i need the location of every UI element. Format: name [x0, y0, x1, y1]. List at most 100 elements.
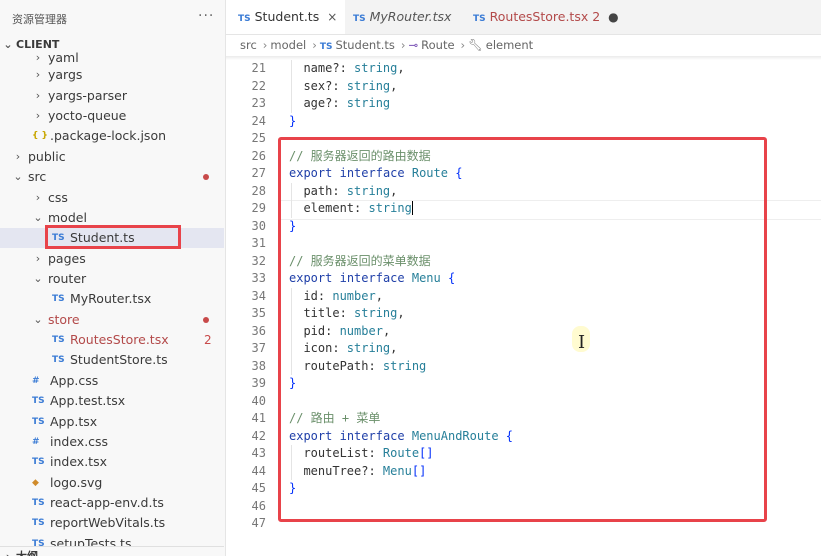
file-item[interactable]: TS App.tsx	[0, 412, 224, 432]
line-number: 46	[251, 498, 266, 513]
line-number: 40	[251, 393, 266, 408]
more-actions-icon[interactable]: ···	[198, 8, 214, 24]
tree-item-label: RoutesStore.tsx	[70, 332, 169, 347]
ts-file-icon: TS	[32, 518, 45, 528]
line-number: 24	[251, 113, 266, 128]
line-number: 38	[251, 358, 266, 373]
chevron-down-icon: ⌄	[33, 313, 43, 326]
folder-item[interactable]: ⌄ src	[0, 167, 224, 187]
breadcrumb-model[interactable]: model	[270, 38, 306, 52]
outline-label: 大纲	[16, 547, 38, 556]
line-number: 32	[251, 253, 266, 268]
line-number: 39	[251, 376, 266, 390]
breadcrumb-src[interactable]: src	[240, 38, 257, 52]
folder-item[interactable]: ⌄ store	[0, 310, 224, 330]
modified-dot-icon	[203, 317, 209, 323]
folder-item[interactable]: › yocto-queue	[0, 106, 224, 126]
line-number: 34	[251, 288, 266, 303]
unsaved-dot-icon: ●	[608, 10, 619, 24]
ts-file-icon: TS	[319, 42, 333, 52]
ts-file-icon: TS	[32, 457, 45, 467]
folder-item[interactable]: › public	[0, 147, 224, 167]
ts-file-icon: TS	[32, 498, 45, 508]
breadcrumb-property[interactable]: element	[486, 38, 533, 52]
line-number: 22	[251, 78, 266, 93]
explorer-header: 资源管理器 ···	[0, 0, 225, 34]
tree-item-label: index.tsx	[50, 454, 107, 469]
chevron-right-icon: ›	[3, 547, 13, 556]
ts-file-icon: TS	[52, 335, 65, 345]
folder-item[interactable]: › pages	[0, 249, 224, 269]
tree-item-label: store	[48, 312, 80, 327]
file-item[interactable]: TS index.tsx	[0, 452, 224, 472]
svg-file-icon: ◆	[32, 478, 39, 488]
css-file-icon: #	[32, 437, 40, 447]
file-item[interactable]: # index.css	[0, 432, 224, 452]
folder-item[interactable]: › yargs	[0, 65, 224, 85]
line-number: 47	[251, 516, 266, 530]
line-number: 26	[251, 148, 266, 163]
line-number: 44	[251, 463, 266, 478]
tree-item-label: reportWebVitals.ts	[50, 515, 166, 530]
file-item[interactable]: # App.css	[0, 371, 224, 391]
chevron-down-icon: ⌄	[33, 272, 43, 285]
tab-routesstore[interactable]: TS RoutesStore.tsx 2 ●	[465, 0, 619, 34]
line-number: 41	[251, 411, 266, 425]
code-line[interactable]: age?: string	[289, 95, 390, 113]
tab-myrouter[interactable]: TS MyRouter.tsx	[345, 0, 465, 34]
line-number: 29	[251, 201, 266, 215]
line-number: 43	[251, 446, 266, 460]
file-item[interactable]: TS StudentStore.ts	[0, 350, 224, 370]
tree-item-label: StudentStore.ts	[70, 352, 168, 367]
tree-item-label: css	[48, 190, 68, 205]
close-icon[interactable]: ×	[327, 10, 337, 24]
code-line[interactable]: name?: string,	[289, 60, 404, 78]
file-item[interactable]: ◆ logo.svg	[0, 473, 224, 493]
tree-item-label: App.css	[50, 373, 99, 388]
line-number: 31	[251, 236, 266, 250]
ts-file-icon: TS	[353, 14, 366, 24]
tree-item-label: pages	[48, 251, 86, 266]
tree-item-label: yocto-queue	[48, 108, 127, 123]
editor-tabs: TS Student.ts × TS MyRouter.tsx TS RoutesSto…	[226, 0, 821, 35]
file-item[interactable]: TS MyRouter.tsx	[0, 289, 224, 309]
code-line[interactable]: sex?: string,	[289, 78, 397, 96]
tree-item-label: src	[28, 169, 47, 184]
tab-student-ts[interactable]: TS Student.ts ×	[226, 0, 345, 34]
tree-item-label: index.css	[50, 434, 109, 449]
ts-file-icon: TS	[32, 396, 45, 406]
tab-label: RoutesStore.tsx 2	[489, 9, 601, 24]
file-item[interactable]: TS App.test.tsx	[0, 391, 224, 411]
file-item[interactable]: TS react-app-env.d.ts	[0, 493, 224, 513]
line-number: 36	[251, 323, 266, 338]
file-item[interactable]: TS reportWebVitals.ts	[0, 513, 224, 533]
breadcrumb-symbol[interactable]: Route	[421, 38, 454, 52]
wrench-icon: 🔧︎	[468, 38, 483, 52]
json-file-icon: { }	[32, 131, 48, 141]
tree-item-label: .package-lock.json	[50, 128, 167, 143]
line-number: 21	[251, 61, 266, 75]
css-file-icon: #	[32, 376, 40, 386]
outline-section[interactable]: ›大纲	[0, 546, 224, 556]
line-number: 23	[251, 96, 266, 110]
ts-file-icon: TS	[52, 355, 65, 365]
indent-guide	[291, 60, 292, 113]
breadcrumb-file[interactable]: Student.ts	[335, 38, 394, 52]
ts-file-icon: TS	[52, 294, 65, 304]
folder-item[interactable]: ⌄ router	[0, 269, 224, 289]
line-number: 28	[251, 183, 266, 198]
code-line[interactable]: }	[289, 113, 296, 131]
folder-item[interactable]: › yargs-parser	[0, 86, 224, 106]
line-number: 27	[251, 166, 266, 180]
tree-item-label: MyRouter.tsx	[70, 291, 152, 306]
file-item[interactable]: TS RoutesStore.tsx 2	[0, 330, 224, 350]
folder-item[interactable]: › css	[0, 188, 224, 208]
ts-file-icon: TS	[238, 14, 251, 24]
tree-item-label: yargs-parser	[48, 88, 128, 103]
interface-icon: ⊸	[408, 38, 419, 52]
modified-dot-icon	[203, 174, 209, 180]
file-item[interactable]: { } .package-lock.json	[0, 126, 224, 146]
tree-item-label: App.test.tsx	[50, 393, 126, 408]
problem-count-badge: 2	[204, 333, 212, 347]
tree-item-label: router	[48, 271, 87, 286]
